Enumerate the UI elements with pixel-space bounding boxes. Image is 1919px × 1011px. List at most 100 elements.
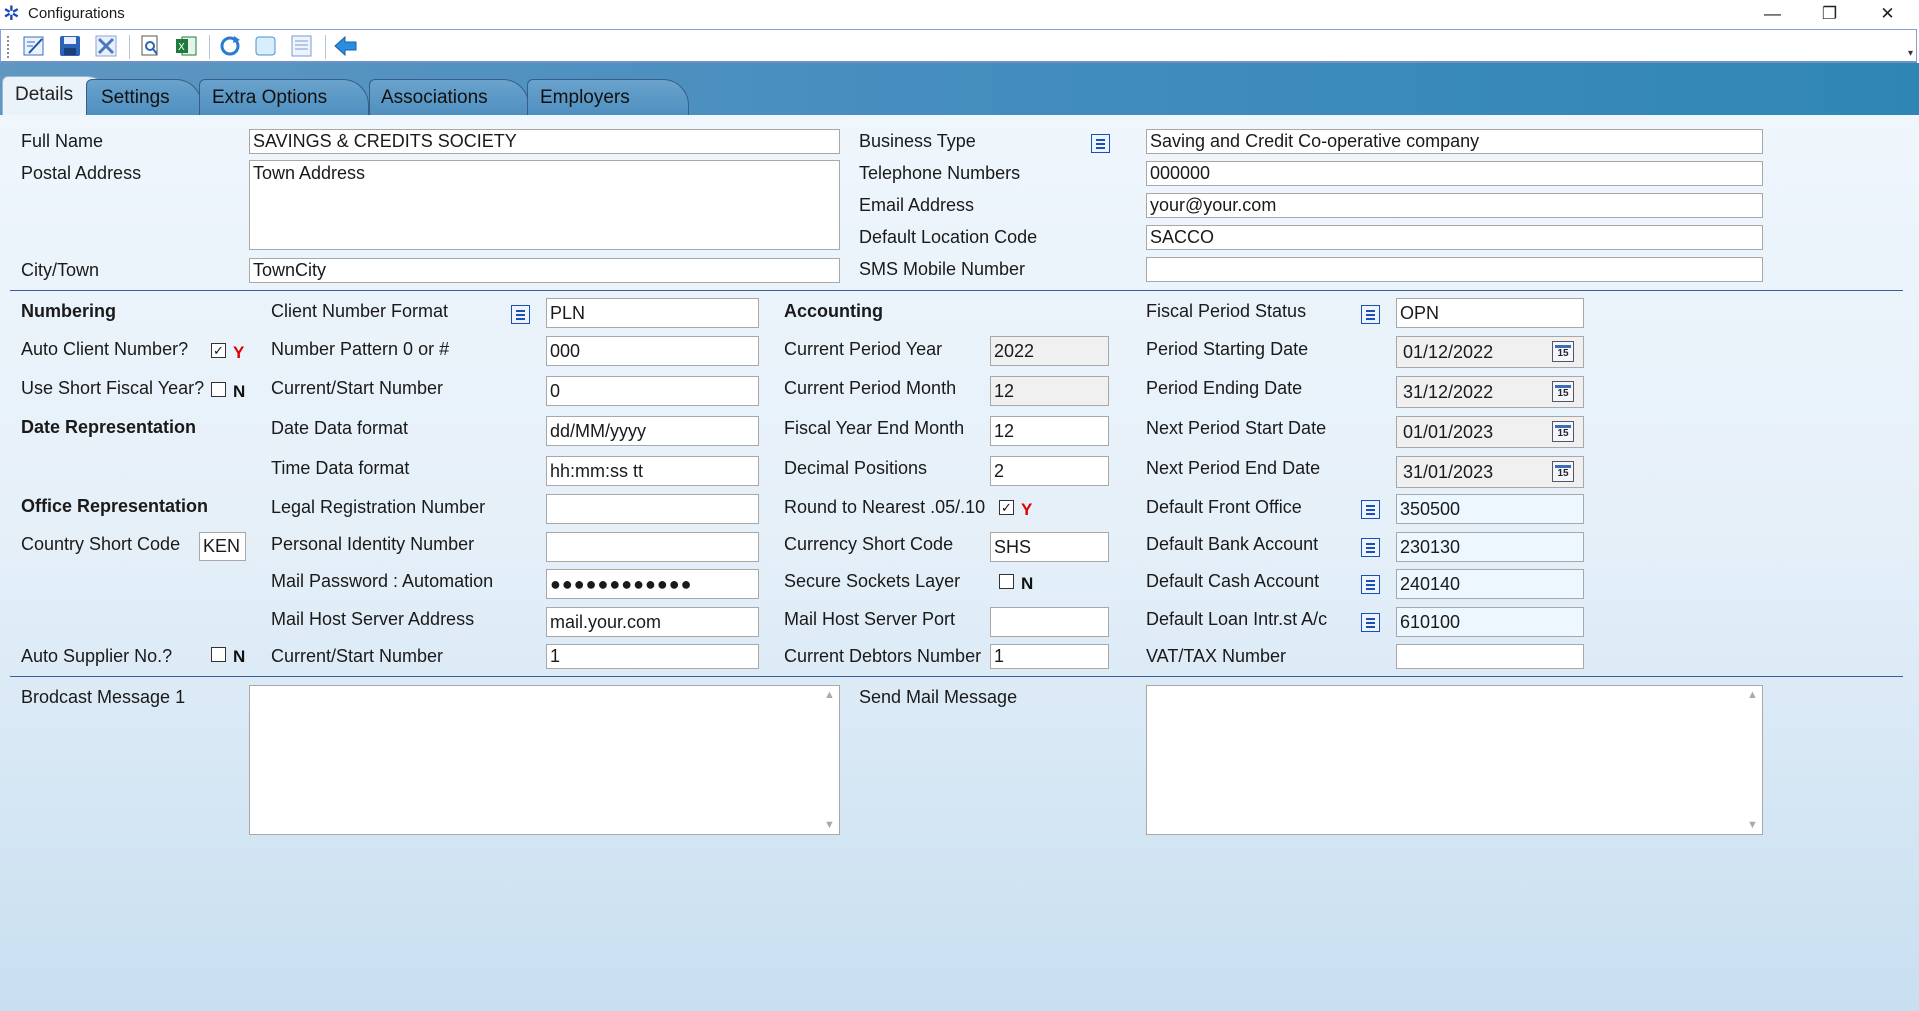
tab-settings[interactable]: Settings [86,79,202,115]
auto-client-checkbox[interactable]: ✓ [211,343,226,358]
bank-account-lookup-icon[interactable] [1361,538,1380,557]
list-icon[interactable] [289,34,315,58]
telephone-field[interactable]: 000000 [1146,161,1763,186]
period-year-field[interactable]: 2022 [990,336,1109,366]
mail-password-label: Mail Password : Automation [271,571,494,591]
minimize-button[interactable]: — [1745,0,1800,29]
restore-button[interactable]: ❐ [1802,0,1857,29]
mail-host-field[interactable]: mail.your.com [546,607,759,637]
send-mail-field[interactable]: ▲ ▼ [1146,685,1763,835]
fy-end-month-field[interactable]: 12 [990,416,1109,446]
close-button[interactable]: ✕ [1860,0,1915,29]
blank-icon[interactable] [253,34,279,58]
postal-address-label: Postal Address [21,163,142,183]
date-format-label: Date Data format [271,418,409,438]
round-nearest-checkbox[interactable]: ✓ [999,500,1014,515]
current-start-2-field[interactable]: 1 [546,644,759,669]
section-divider [10,290,1903,291]
toolbar-overflow-icon[interactable]: ▾ [1908,48,1913,59]
period-month-field[interactable]: 12 [990,376,1109,406]
scrollbar[interactable]: ▲ ▼ [1745,686,1762,834]
auto-supplier-label: Auto Supplier No.? [21,646,173,666]
ssl-checkbox[interactable] [999,574,1014,589]
period-year-label: Current Period Year [784,339,943,359]
mail-port-field[interactable] [990,607,1109,637]
personal-identity-field[interactable] [546,532,759,562]
window-title: Configurations [28,5,125,22]
legal-registration-field[interactable] [546,494,759,524]
tab-extra-options[interactable]: Extra Options [199,79,369,115]
vat-number-field[interactable] [1396,644,1584,669]
city-field[interactable]: TownCity [249,258,840,283]
date-format-field[interactable]: dd/MM/yyyy [546,416,759,446]
debtors-number-field[interactable]: 1 [990,644,1109,669]
period-start-label: Period Starting Date [1146,339,1309,359]
short-fiscal-flag: N [233,382,246,401]
tab-bar: Details Settings Extra Options Associati… [0,63,1919,115]
decimal-positions-field[interactable]: 2 [990,456,1109,486]
period-status-lookup-icon[interactable] [1361,305,1380,324]
save-icon[interactable] [57,34,83,58]
auto-supplier-checkbox[interactable] [211,647,226,662]
scrollbar[interactable]: ▲ ▼ [822,686,839,834]
period-end-label: Period Ending Date [1146,378,1303,398]
preview-icon[interactable] [137,34,163,58]
period-start-calendar-icon[interactable]: 15 [1552,341,1574,362]
round-nearest-label: Round to Nearest .05/.10 [784,497,986,517]
refresh-icon[interactable] [217,34,243,58]
cash-account-label: Default Cash Account [1146,571,1320,591]
currency-code-field[interactable]: SHS [990,532,1109,562]
current-start-field[interactable]: 0 [546,376,759,406]
cash-account-field[interactable]: 240140 [1396,569,1584,599]
gear-icon: ✲ [3,3,20,25]
business-type-label: Business Type [859,131,976,151]
telephone-label: Telephone Numbers [859,163,1021,183]
currency-code-label: Currency Short Code [784,534,954,554]
client-format-field[interactable]: PLN [546,298,759,328]
excel-icon[interactable]: X [173,34,199,58]
next-end-calendar-icon[interactable]: 15 [1552,461,1574,482]
sms-number-label: SMS Mobile Number [859,259,1026,279]
sms-number-field[interactable] [1146,257,1763,282]
cancel-icon[interactable] [93,34,119,58]
next-start-calendar-icon[interactable]: 15 [1552,421,1574,442]
scroll-down-icon[interactable]: ▼ [1747,819,1758,831]
loan-interest-field[interactable]: 610100 [1396,607,1584,637]
email-field[interactable]: your@your.com [1146,193,1763,218]
business-type-lookup-icon[interactable] [1091,134,1110,153]
scroll-up-icon[interactable]: ▲ [824,689,835,701]
full-name-field[interactable]: SAVINGS & CREDITS SOCIETY [249,129,840,154]
bank-account-field[interactable]: 230130 [1396,532,1584,562]
vat-number-label: VAT/TAX Number [1146,646,1287,666]
period-end-calendar-icon[interactable]: 15 [1552,381,1574,402]
tab-associations[interactable]: Associations [369,79,529,115]
period-status-field[interactable]: OPN [1396,298,1584,328]
mail-port-label: Mail Host Server Port [784,609,956,629]
tab-employers[interactable]: Employers [527,79,689,115]
loan-interest-lookup-icon[interactable] [1361,613,1380,632]
scroll-up-icon[interactable]: ▲ [1747,689,1758,701]
broadcast-message-field[interactable]: ▲ ▼ [249,685,840,835]
client-format-lookup-icon[interactable] [511,305,530,324]
time-format-field[interactable]: hh:mm:ss tt [546,456,759,486]
front-office-lookup-icon[interactable] [1361,500,1380,519]
country-code-field[interactable]: KEN [199,532,246,561]
number-pattern-field[interactable]: 000 [546,336,759,366]
toolbar-grip[interactable] [7,36,12,58]
location-code-field[interactable]: SACCO [1146,225,1763,250]
debtors-number-label: Current Debtors Number [784,646,982,666]
city-label: City/Town [21,260,100,280]
postal-address-field[interactable]: Town Address [249,160,840,250]
toolbar-separator [209,35,210,59]
period-status-label: Fiscal Period Status [1146,301,1307,321]
scroll-down-icon[interactable]: ▼ [824,819,835,831]
short-fiscal-checkbox[interactable] [211,382,226,397]
mail-password-field[interactable]: ●●●●●●●●●●●● [546,569,759,599]
cash-account-lookup-icon[interactable] [1361,575,1380,594]
front-office-field[interactable]: 350500 [1396,494,1584,524]
edit-icon[interactable] [21,34,47,58]
business-type-field[interactable]: Saving and Credit Co-operative company [1146,129,1763,154]
back-arrow-icon[interactable] [333,34,359,58]
short-fiscal-label: Use Short Fiscal Year? [21,378,205,398]
email-label: Email Address [859,195,975,215]
